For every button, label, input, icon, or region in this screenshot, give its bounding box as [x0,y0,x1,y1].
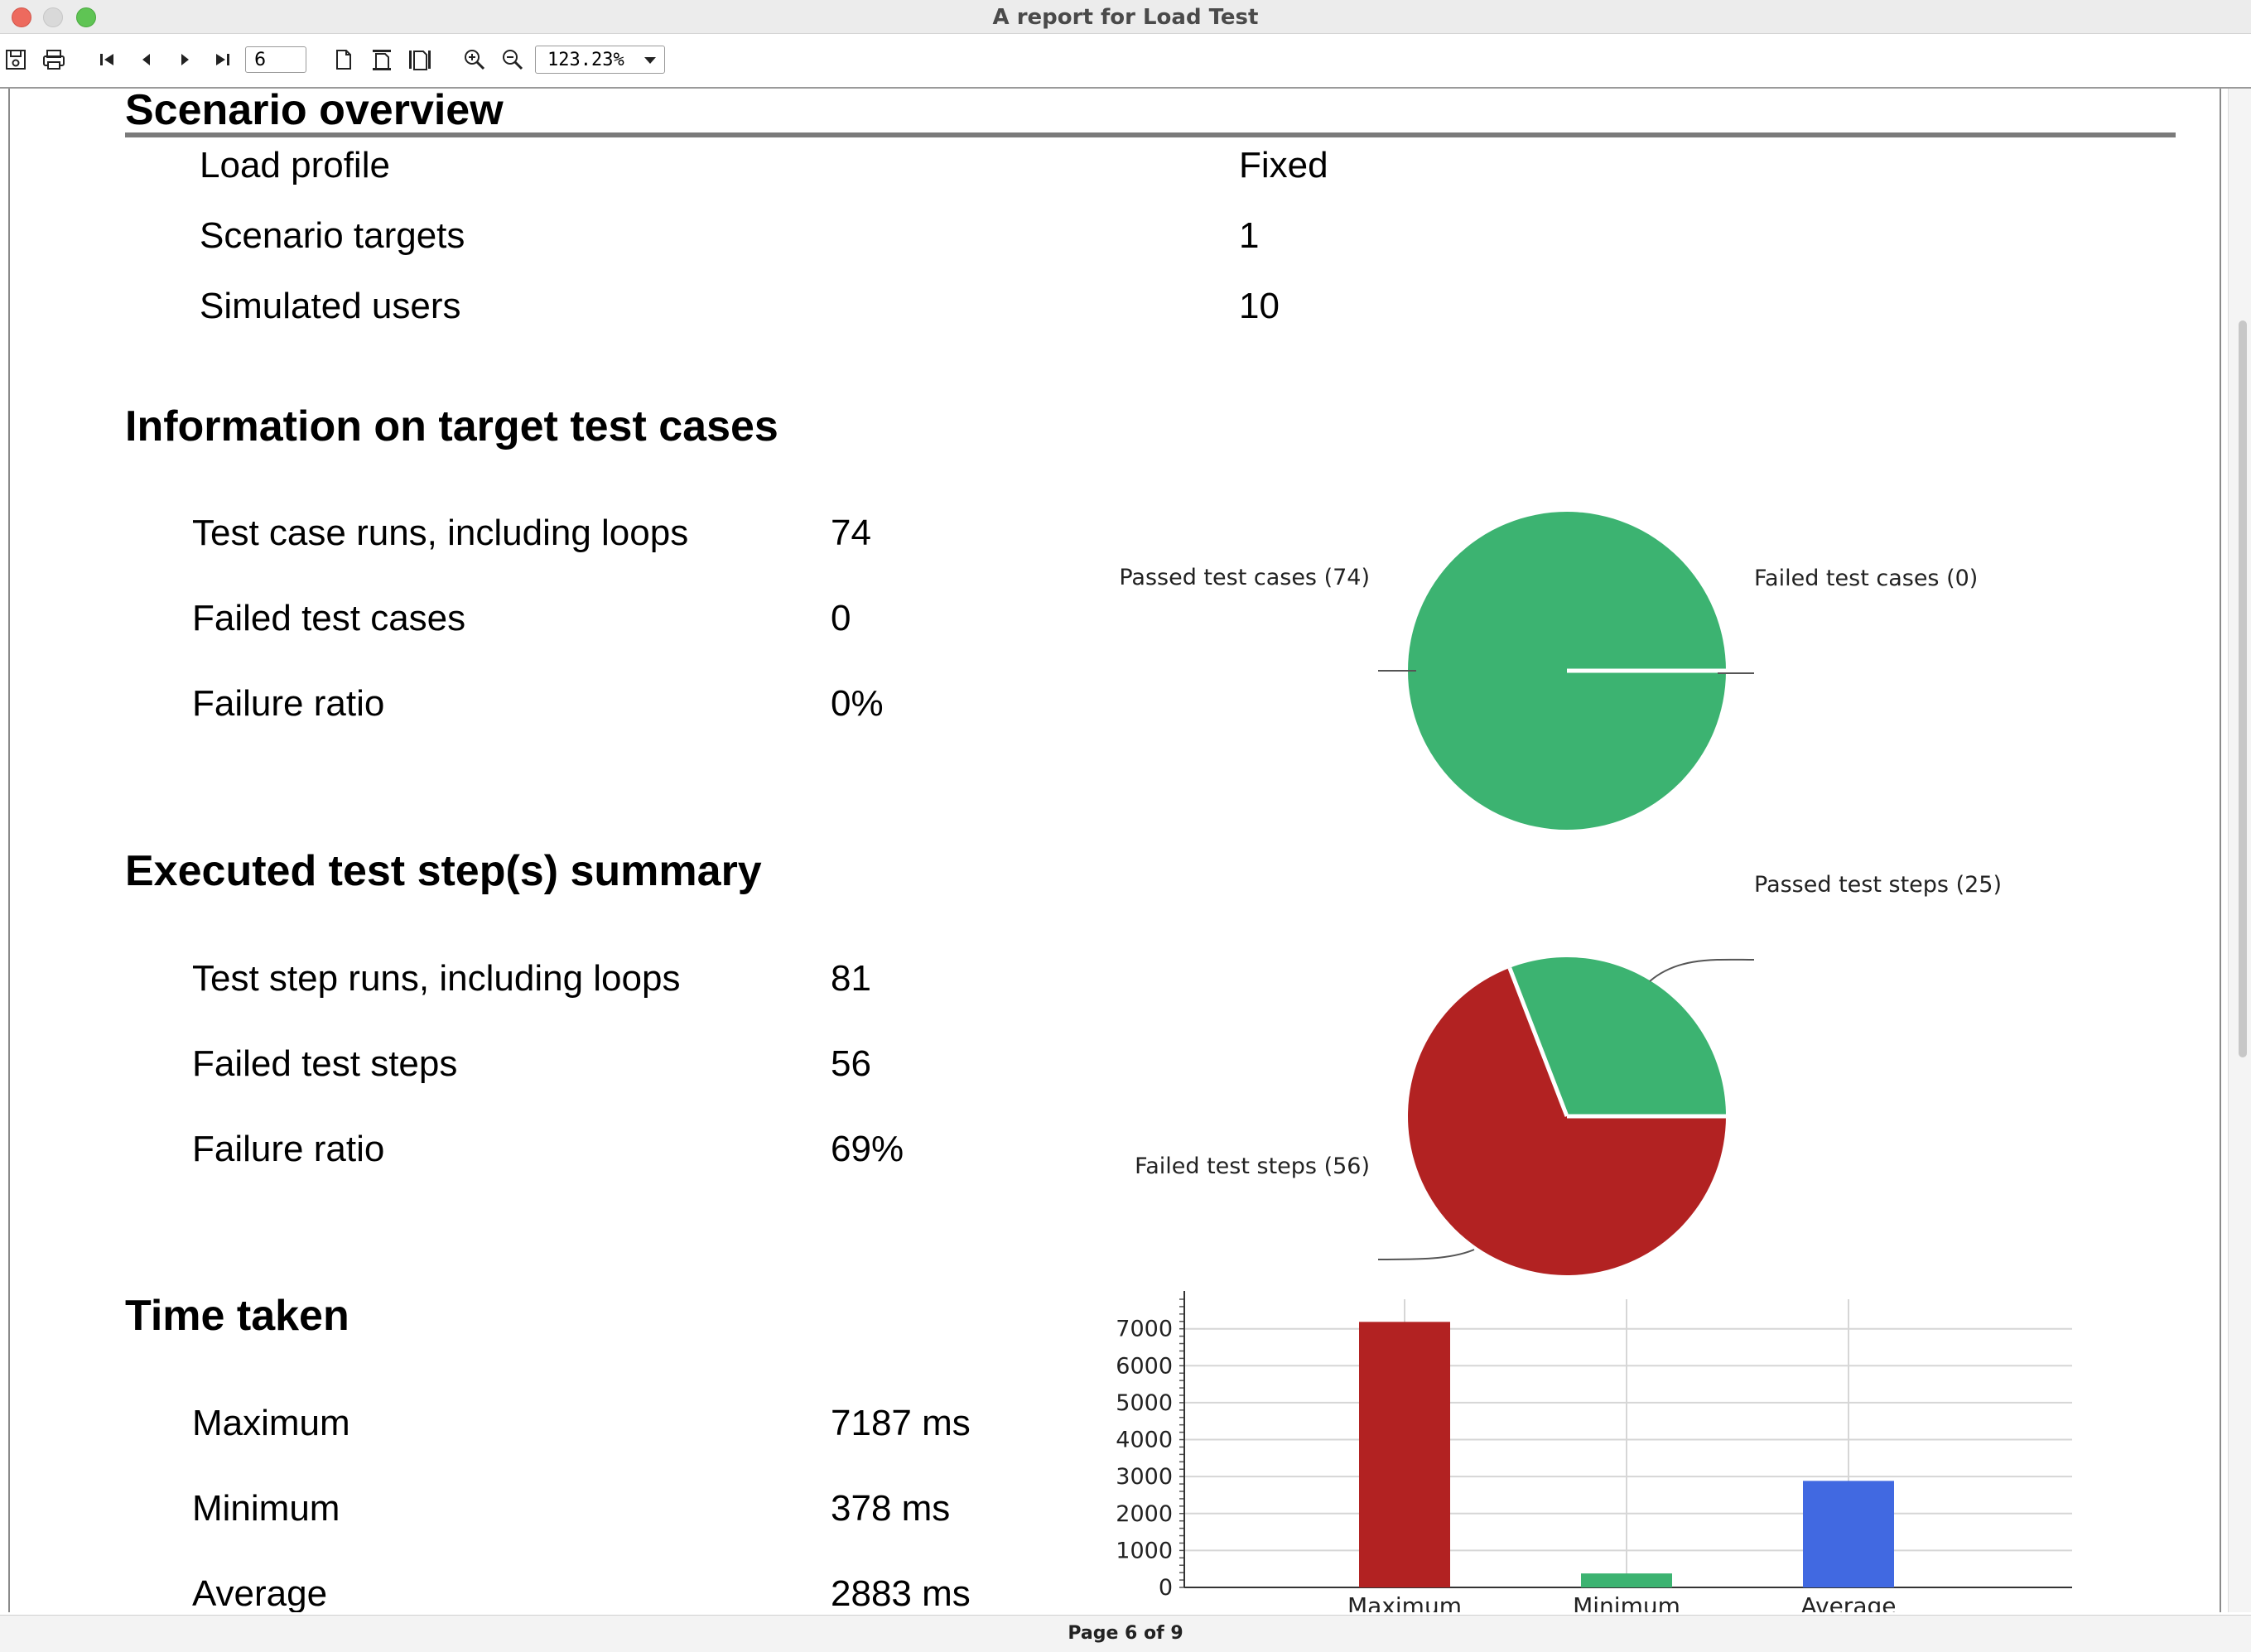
zoom-in-icon[interactable] [460,46,489,74]
page-number-input[interactable] [245,46,306,73]
test-steps-value-ratio: 69% [831,1129,904,1169]
target-cases-label-runs: Test case runs, including loops [192,513,689,553]
bar-maximum [1359,1322,1450,1587]
target-cases-value-runs: 74 [831,513,871,553]
target-cases-title: Information on target test cases [125,402,778,450]
target-cases-label-failed: Failed test cases [192,598,466,638]
test-steps-label-runs: Test step runs, including loops [192,958,681,999]
zoom-out-icon[interactable] [499,46,527,74]
last-page-icon[interactable] [209,46,237,74]
section-divider [125,132,2176,137]
test-cases-pie-chart [1378,512,1754,830]
bar-category-label-1: Minimum [1573,1592,1680,1612]
scenario-value-load-profile: Fixed [1239,145,1328,185]
bar-ytick-label-2: 2000 [1116,1501,1173,1527]
bar-ytick-label-3: 3000 [1116,1464,1173,1490]
pie2-leader-0 [1649,958,1755,982]
target-cases-value-ratio: 0% [831,683,884,724]
scenario-value-targets: 1 [1239,215,1260,256]
page-edge-right [2220,89,2221,1612]
bar-category-label-2: Average [1801,1592,1897,1612]
scenario-label-load-profile: Load profile [200,145,390,185]
time-label-average: Average [192,1573,328,1612]
scenario-value-users: 10 [1239,286,1280,326]
pie2-label-passed: Passed test steps (25) [1754,872,2002,898]
test-steps-value-runs: 81 [831,958,871,999]
bar-ytick-label-4: 4000 [1116,1428,1173,1453]
time-label-minimum: Minimum [192,1488,340,1529]
scenario-overview-title: Scenario overview [125,89,504,134]
print-icon[interactable] [40,46,68,74]
pie2-leader-1 [1377,1249,1475,1260]
bar-ytick-label-1: 1000 [1116,1538,1173,1563]
first-page-icon[interactable] [93,46,121,74]
test-steps-value-failed: 56 [831,1043,871,1084]
time-taken-title: Time taken [125,1292,349,1340]
viewer-toolbar: 123.23% [0,34,2251,89]
time-value-maximum: 7187 ms [831,1403,971,1443]
pie1-label-passed: Passed test cases (74) [1119,565,1370,590]
actual-size-icon[interactable] [330,46,358,74]
time-value-average: 2883 ms [831,1573,971,1612]
time-label-maximum: Maximum [192,1403,350,1443]
vertical-scrollbar[interactable] [2228,89,2251,1612]
bar-ytick-label-6: 6000 [1116,1353,1173,1379]
window-titlebar: A report for Load Test [0,0,2251,34]
fit-page-icon[interactable] [368,46,396,74]
zoom-level-select[interactable]: 123.23% [535,46,665,74]
zoom-level-value: 123.23% [547,49,624,70]
time-value-minimum: 378 ms [831,1488,951,1529]
test-steps-pie-chart [1377,957,1755,1275]
scenario-label-users: Simulated users [200,286,461,326]
bar-ytick-label-5: 5000 [1116,1390,1173,1416]
bar-minimum [1581,1573,1672,1587]
report-page: Scenario overview Load profile Fixed Sce… [10,89,2220,1612]
test-steps-label-failed: Failed test steps [192,1043,458,1084]
next-page-icon[interactable] [171,46,199,74]
window-title: A report for Load Test [992,5,1259,30]
pie2-label-failed: Failed test steps (56) [1135,1154,1370,1179]
bar-ytick-label-7: 7000 [1116,1317,1173,1342]
scrollbar-thumb[interactable] [2239,320,2247,1057]
chevron-down-icon [644,57,656,64]
bar-category-label-0: Maximum [1347,1592,1462,1612]
target-cases-value-failed: 0 [831,598,851,638]
save-icon[interactable] [2,46,30,74]
bar-average [1803,1481,1894,1587]
test-steps-label-ratio: Failure ratio [192,1129,385,1169]
test-steps-title: Executed test step(s) summary [125,847,762,895]
previous-page-icon[interactable] [133,46,161,74]
fit-width-icon[interactable] [406,46,434,74]
pie1-label-failed: Failed test cases (0) [1754,566,1979,591]
target-cases-label-ratio: Failure ratio [192,683,385,724]
scenario-label-targets: Scenario targets [200,215,465,256]
page-indicator: Page 6 of 9 [1068,1623,1183,1644]
time-taken-bar-chart: 0 1000 2000 3000 4000 5000 6000 7000 Maximum Mini… [1116,1291,2072,1612]
bar-ytick-label-0: 0 [1159,1575,1173,1601]
